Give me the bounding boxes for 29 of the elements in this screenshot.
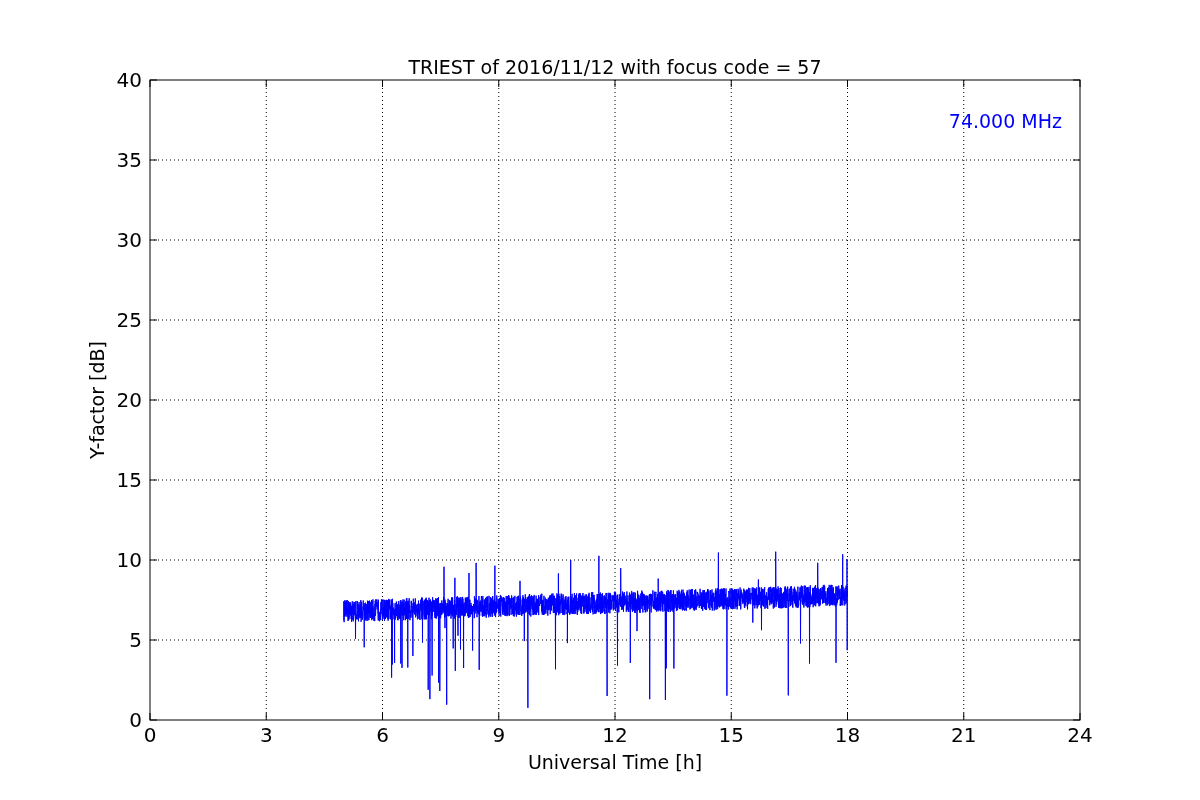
tick-mark bbox=[1072, 639, 1081, 641]
x-tick-label: 9 bbox=[492, 723, 506, 747]
y-tick-label: 40 bbox=[116, 68, 142, 92]
y-tick-label: 35 bbox=[116, 148, 142, 172]
x-tick-label: 18 bbox=[834, 723, 861, 747]
x-axis-label: Universal Time [h] bbox=[527, 751, 703, 773]
y-axis-label: Y-factor [dB] bbox=[86, 341, 108, 459]
frequency-label: 74.000 MHz bbox=[948, 110, 1062, 132]
y-tick-label: 10 bbox=[116, 548, 142, 572]
tick-mark bbox=[1072, 319, 1081, 321]
y-tick-label: 5 bbox=[129, 628, 142, 652]
x-tick-label: 15 bbox=[718, 723, 744, 747]
y-tick-label: 0 bbox=[129, 708, 142, 732]
x-tick-label: 24 bbox=[1067, 723, 1093, 747]
x-tick-label: 0 bbox=[143, 723, 157, 747]
tick-mark bbox=[1072, 159, 1081, 161]
y-tick-label: 30 bbox=[116, 228, 142, 252]
tick-mark bbox=[1072, 399, 1081, 401]
y-tick-label: 15 bbox=[116, 468, 142, 492]
x-tick-label: 6 bbox=[376, 723, 389, 747]
x-tick-label: 21 bbox=[951, 723, 977, 747]
y-tick-label: 25 bbox=[116, 308, 142, 332]
x-tick-label: 3 bbox=[259, 723, 273, 747]
tick-mark bbox=[1072, 479, 1081, 481]
chart-title: TRIEST of 2016/11/12 with focus code = 57 bbox=[408, 56, 822, 78]
tick-mark bbox=[1072, 559, 1081, 561]
tick-mark bbox=[1072, 239, 1081, 241]
x-tick-label: 12 bbox=[602, 723, 628, 747]
y-tick-label: 20 bbox=[116, 388, 142, 412]
